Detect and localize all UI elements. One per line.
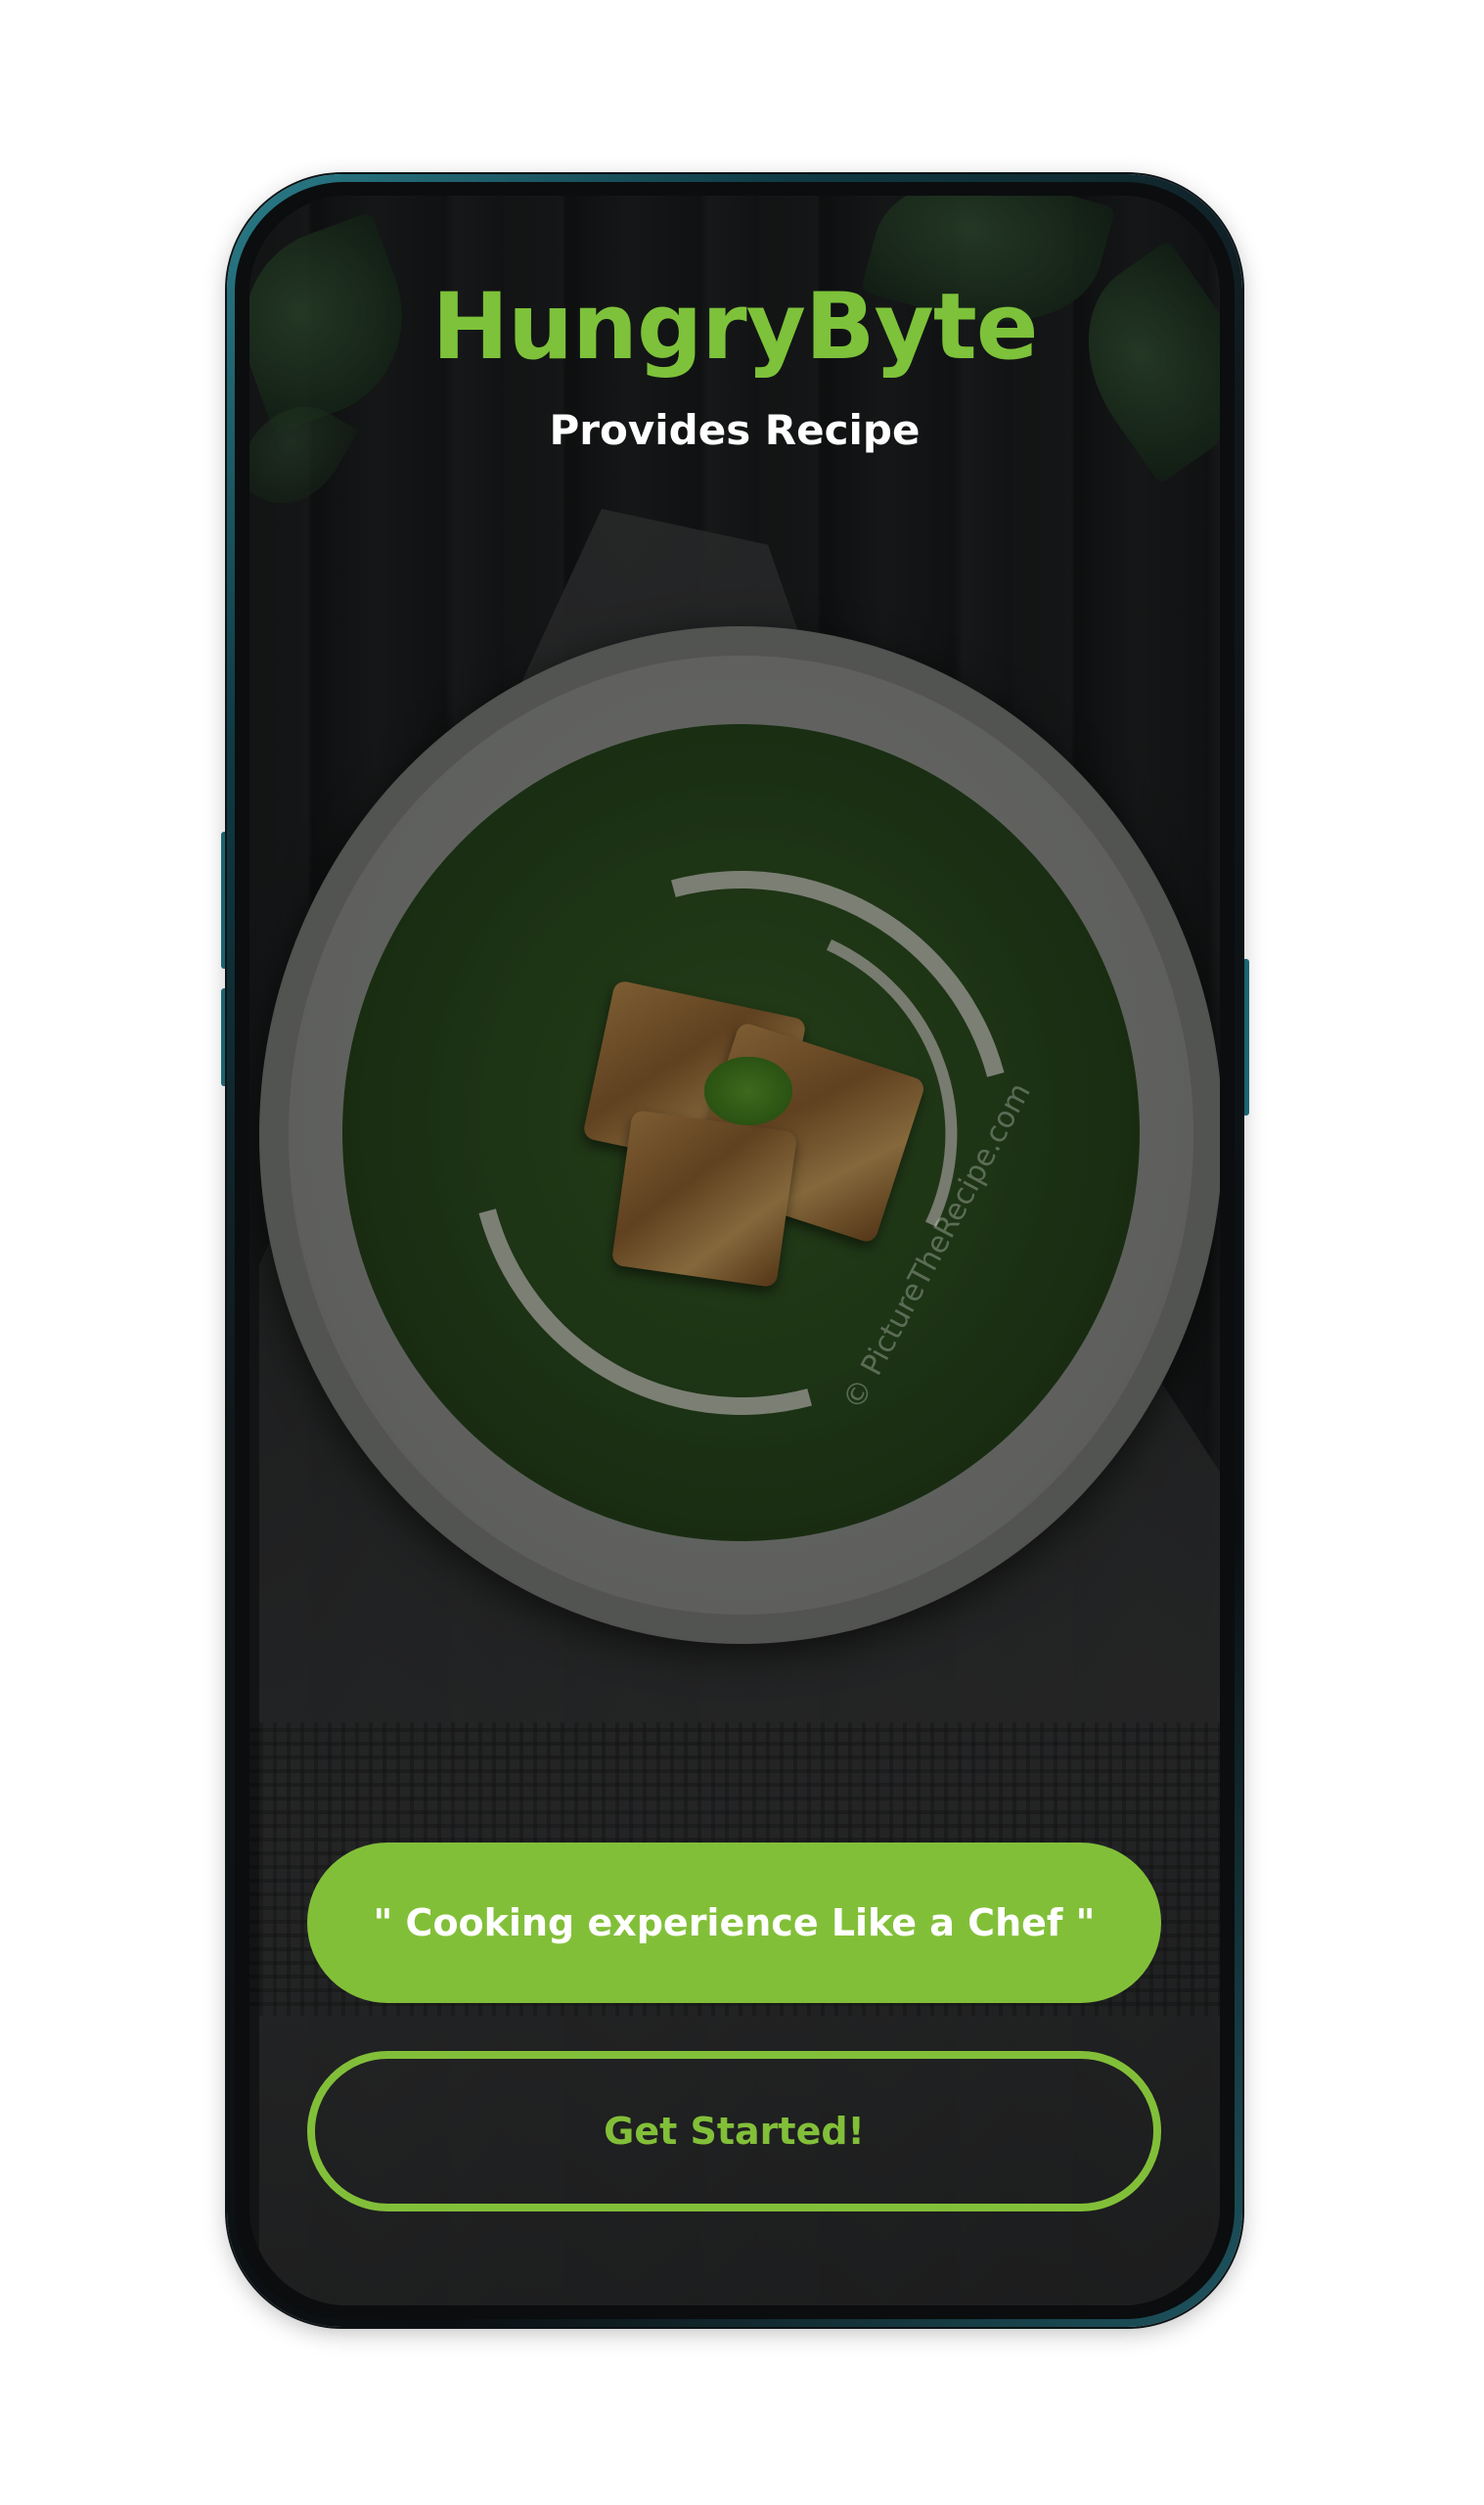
app-screen: © PictureTheRecipe.com HungryByte Provid… [249, 196, 1220, 2305]
screenshot-canvas: © PictureTheRecipe.com HungryByte Provid… [0, 0, 1484, 2505]
app-subtitle: Provides Recipe [549, 406, 921, 454]
app-title: HungryByte [431, 274, 1038, 381]
tagline-banner: " Cooking experience Like a Chef " [307, 1843, 1161, 2003]
phone-power-button [1242, 959, 1249, 1116]
get-started-label: Get Started! [604, 2110, 865, 2153]
get-started-button[interactable]: Get Started! [307, 2051, 1161, 2211]
tagline-text: " Cooking experience Like a Chef " [373, 1901, 1096, 1944]
